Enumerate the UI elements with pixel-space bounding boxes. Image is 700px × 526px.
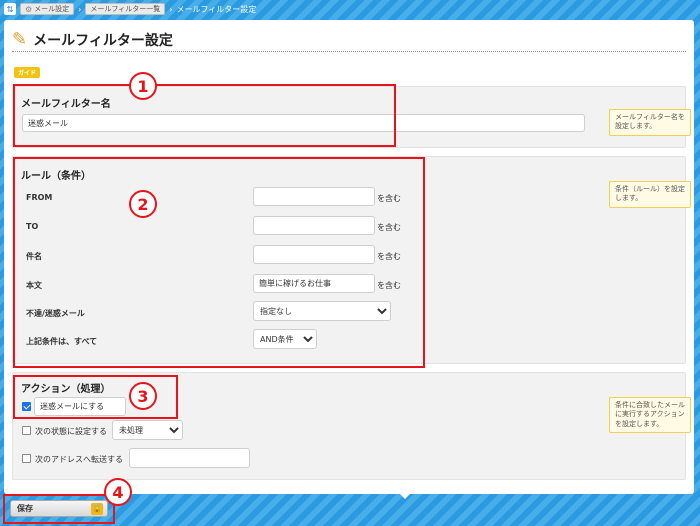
status-select[interactable]: 未処理: [112, 420, 183, 440]
guide-badge[interactable]: ガイド: [14, 67, 41, 78]
breadcrumb-label: メールフィルター一覧: [90, 5, 161, 13]
callout-box-1: [13, 84, 396, 147]
breadcrumb-current: メールフィルター設定: [176, 4, 257, 14]
hint-box: 条件に合致したメールに実行するアクションを設定します。: [609, 397, 691, 434]
breadcrumb-item-mail-settings[interactable]: ⚙ メール設定: [20, 3, 75, 15]
breadcrumb: ⇅ ⚙ メール設定 › メールフィルター一覧 › メールフィルター設定: [0, 0, 700, 18]
set-status-label: 次の状態に設定する: [35, 427, 107, 436]
forward-address-input[interactable]: [129, 448, 250, 468]
up-arrow-icon[interactable]: ⇅: [4, 3, 16, 15]
forward-label: 次のアドレスへ転送する: [35, 455, 123, 464]
breadcrumb-item-filter-list[interactable]: メールフィルター一覧: [85, 3, 166, 15]
callout-box-2: [13, 157, 425, 368]
chevron-right-icon: ›: [78, 4, 82, 14]
callout-badge-4: 4: [104, 478, 132, 506]
callout-badge-2: 2: [129, 190, 157, 218]
page-title: メールフィルター設定: [33, 32, 173, 49]
callout-box-4: [3, 494, 115, 524]
callout-badge-3: 3: [129, 382, 157, 410]
chevron-right-icon: ›: [169, 4, 173, 14]
pencil-icon: ✎: [12, 28, 28, 50]
forward-checkbox[interactable]: [22, 454, 31, 463]
pointer-notch: [400, 494, 410, 499]
breadcrumb-label: メール設定: [34, 5, 70, 13]
page-header: ✎ メールフィルター設定: [12, 28, 686, 52]
hint-box: 条件（ルール）を設定します。: [609, 181, 691, 208]
set-status-checkbox[interactable]: [22, 426, 31, 435]
hint-box: メールフィルター名を設定します。: [609, 109, 691, 136]
callout-badge-1: 1: [129, 72, 157, 100]
gear-icon: ⚙: [25, 4, 33, 14]
